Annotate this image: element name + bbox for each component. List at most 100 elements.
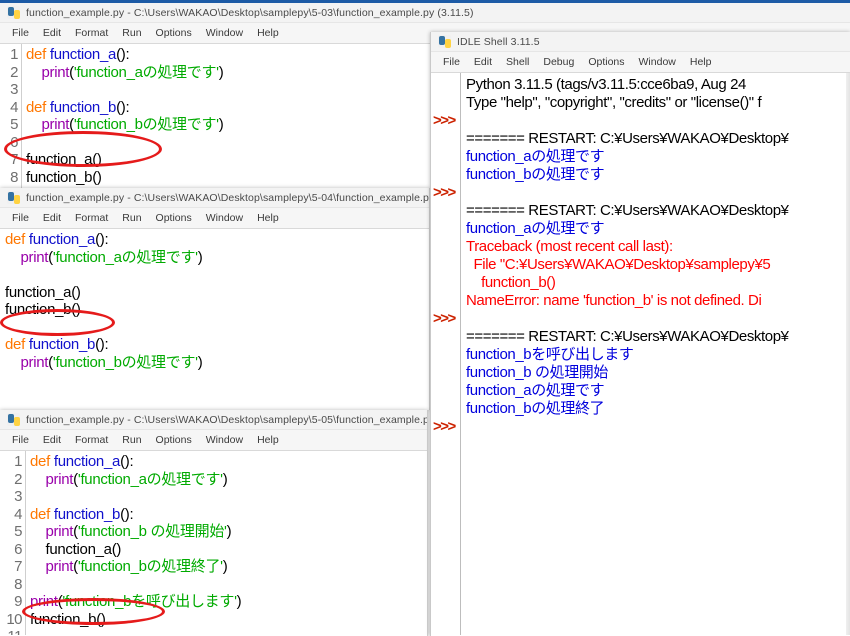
editor3-code-line: print('function_b の処理開始')	[30, 523, 427, 541]
editor3-menu-run[interactable]: Run	[115, 433, 148, 447]
shell-vertical-scrollbar[interactable]	[846, 73, 850, 635]
editor3-code-line: function_a()	[30, 541, 427, 559]
code-token: print	[20, 248, 49, 266]
shell-menu-debug[interactable]: Debug	[536, 55, 581, 69]
shell-menu-edit[interactable]: Edit	[467, 55, 499, 69]
editor3-line-number: 1	[14, 453, 22, 470]
editor1-menu-format[interactable]: Format	[68, 26, 115, 40]
editor2-menu-file[interactable]: File	[5, 211, 36, 225]
editor-window-5-04[interactable]: function_example.py - C:\Users\WAKAO\Des…	[0, 188, 430, 410]
code-token: function_b()	[30, 610, 106, 628]
editor2-code-text[interactable]: def function_a(): print('function_aの処理です…	[0, 229, 429, 409]
editor2-code-line	[5, 266, 429, 284]
idle-shell-window[interactable]: IDLE Shell 3.11.5 File Edit Shell Debug Opti…	[430, 32, 850, 636]
editor1-menu-run[interactable]: Run	[115, 26, 148, 40]
code-token: function_b	[28, 336, 96, 353]
shell-line: Python 3.11.5 (tags/v3.11.5:cce6ba9, Aug…	[466, 76, 746, 93]
editor2-title: function_example.py - C:\Users\WAKAO\Des…	[26, 191, 430, 204]
code-token: 'function_aの処理です'	[77, 470, 223, 488]
code-token: 'function_bの処理です'	[73, 116, 219, 133]
editor1-line-number: 1	[10, 46, 18, 63]
code-token: )	[222, 470, 228, 488]
editor2-menu-format[interactable]: Format	[68, 211, 115, 225]
code-token: def	[30, 505, 54, 523]
editor3-titlebar[interactable]: function_example.py - C:\Users\WAKAO\Des…	[0, 410, 427, 430]
code-token: def	[5, 231, 29, 248]
python-icon	[7, 191, 20, 204]
editor3-menu-window[interactable]: Window	[199, 433, 250, 447]
editor3-menu-format[interactable]: Format	[68, 433, 115, 447]
editor2-menu-options[interactable]: Options	[149, 211, 199, 225]
shell-line: ======= RESTART: C:¥Users¥WAKAO¥Desktop¥	[466, 202, 789, 219]
editor3-menubar[interactable]: File Edit Format Run Options Window Help	[0, 430, 427, 451]
code-token: function_a	[49, 46, 117, 63]
code-token: function_a()	[26, 151, 102, 168]
shell-line: Traceback (most recent call last):	[466, 238, 673, 255]
editor1-menu-window[interactable]: Window	[199, 26, 250, 40]
code-token: 'function_bの処理終了'	[77, 558, 223, 575]
editor2-menu-edit[interactable]: Edit	[36, 211, 68, 225]
shell-menu-help[interactable]: Help	[683, 55, 719, 69]
editor3-menu-file[interactable]: File	[5, 433, 36, 447]
code-token: function_a	[53, 453, 121, 470]
shell-menubar[interactable]: File Edit Shell Debug Options Window Help	[431, 52, 850, 73]
code-token: )	[218, 116, 224, 133]
shell-menu-options[interactable]: Options	[581, 55, 631, 69]
editor2-titlebar[interactable]: function_example.py - C:\Users\WAKAO\Des…	[0, 188, 429, 208]
editor3-line-number: 6	[14, 540, 22, 558]
editor1-line-number: 8	[10, 168, 18, 186]
code-token: ():	[95, 336, 109, 353]
shell-titlebar[interactable]: IDLE Shell 3.11.5	[431, 32, 850, 52]
editor1-menu-edit[interactable]: Edit	[36, 26, 68, 40]
editor2-menu-help[interactable]: Help	[250, 211, 286, 225]
editor3-menu-options[interactable]: Options	[149, 433, 199, 447]
code-token: 'function_bの処理です'	[52, 353, 198, 371]
code-token: ():	[116, 98, 130, 116]
shell-menu-shell[interactable]: Shell	[499, 55, 536, 69]
editor1-line-number: 7	[10, 151, 18, 168]
editor2-menu-run[interactable]: Run	[115, 211, 148, 225]
editor1-menu-file[interactable]: File	[5, 26, 36, 40]
code-token: function_b()	[5, 301, 81, 318]
editor2-menu-window[interactable]: Window	[199, 211, 250, 225]
shell-menu-file[interactable]: File	[436, 55, 467, 69]
editor1-line-number: 6	[10, 133, 18, 151]
editor3-menu-help[interactable]: Help	[250, 433, 286, 447]
code-token: def	[5, 336, 29, 353]
editor3-code-area[interactable]: 1234567891011 def function_a(): print('f…	[0, 451, 427, 635]
editor3-line-number-gutter: 1234567891011	[0, 451, 26, 635]
editor3-line-number: 10	[6, 610, 22, 628]
python-icon	[438, 35, 451, 48]
editor1-title: function_example.py - C:\Users\WAKAO\Des…	[26, 6, 474, 19]
shell-menu-window[interactable]: Window	[632, 55, 683, 69]
editor2-code-area[interactable]: def function_a(): print('function_aの処理です…	[0, 229, 429, 409]
editor3-code-line: print('function_bの処理終了')	[30, 558, 427, 576]
editor3-line-number: 8	[14, 575, 22, 593]
shell-output-area[interactable]: >>> >>> >>> >>> Python 3.11.5 (tags/v3.11.5…	[431, 73, 850, 635]
editor1-menu-help[interactable]: Help	[250, 26, 286, 40]
editor1-titlebar[interactable]: function_example.py - C:\Users\WAKAO\Des…	[0, 0, 850, 23]
editor3-line-number: 9	[14, 593, 22, 610]
code-token: function_a()	[5, 283, 81, 301]
shell-output-text[interactable]: Python 3.11.5 (tags/v3.11.5:cce6ba9, Aug…	[461, 73, 850, 635]
editor3-line-number: 7	[14, 558, 22, 575]
editor2-menubar[interactable]: File Edit Format Run Options Window Help	[0, 208, 429, 229]
code-token: def	[30, 453, 54, 470]
editor-window-5-05[interactable]: function_example.py - C:\Users\WAKAO\Des…	[0, 410, 428, 636]
shell-line: function_b()	[466, 274, 556, 291]
code-token: )	[218, 63, 224, 81]
editor3-code-line	[30, 628, 427, 635]
editor1-menu-options[interactable]: Options	[149, 26, 199, 40]
shell-line: Type "help", "copyright", "credits" or "…	[466, 94, 762, 111]
python-icon	[7, 413, 20, 426]
code-token: function_b	[53, 505, 121, 523]
shell-prompt: >>>	[433, 112, 456, 129]
editor3-code-text[interactable]: def function_a(): print('function_aの処理です…	[26, 451, 427, 635]
code-token: )	[222, 558, 228, 575]
editor3-code-line: function_b()	[30, 611, 427, 629]
editor3-code-line	[30, 488, 427, 506]
editor3-menu-edit[interactable]: Edit	[36, 433, 68, 447]
code-token: ():	[120, 453, 134, 470]
shell-line: ======= RESTART: C:¥Users¥WAKAO¥Desktop¥	[466, 130, 789, 147]
